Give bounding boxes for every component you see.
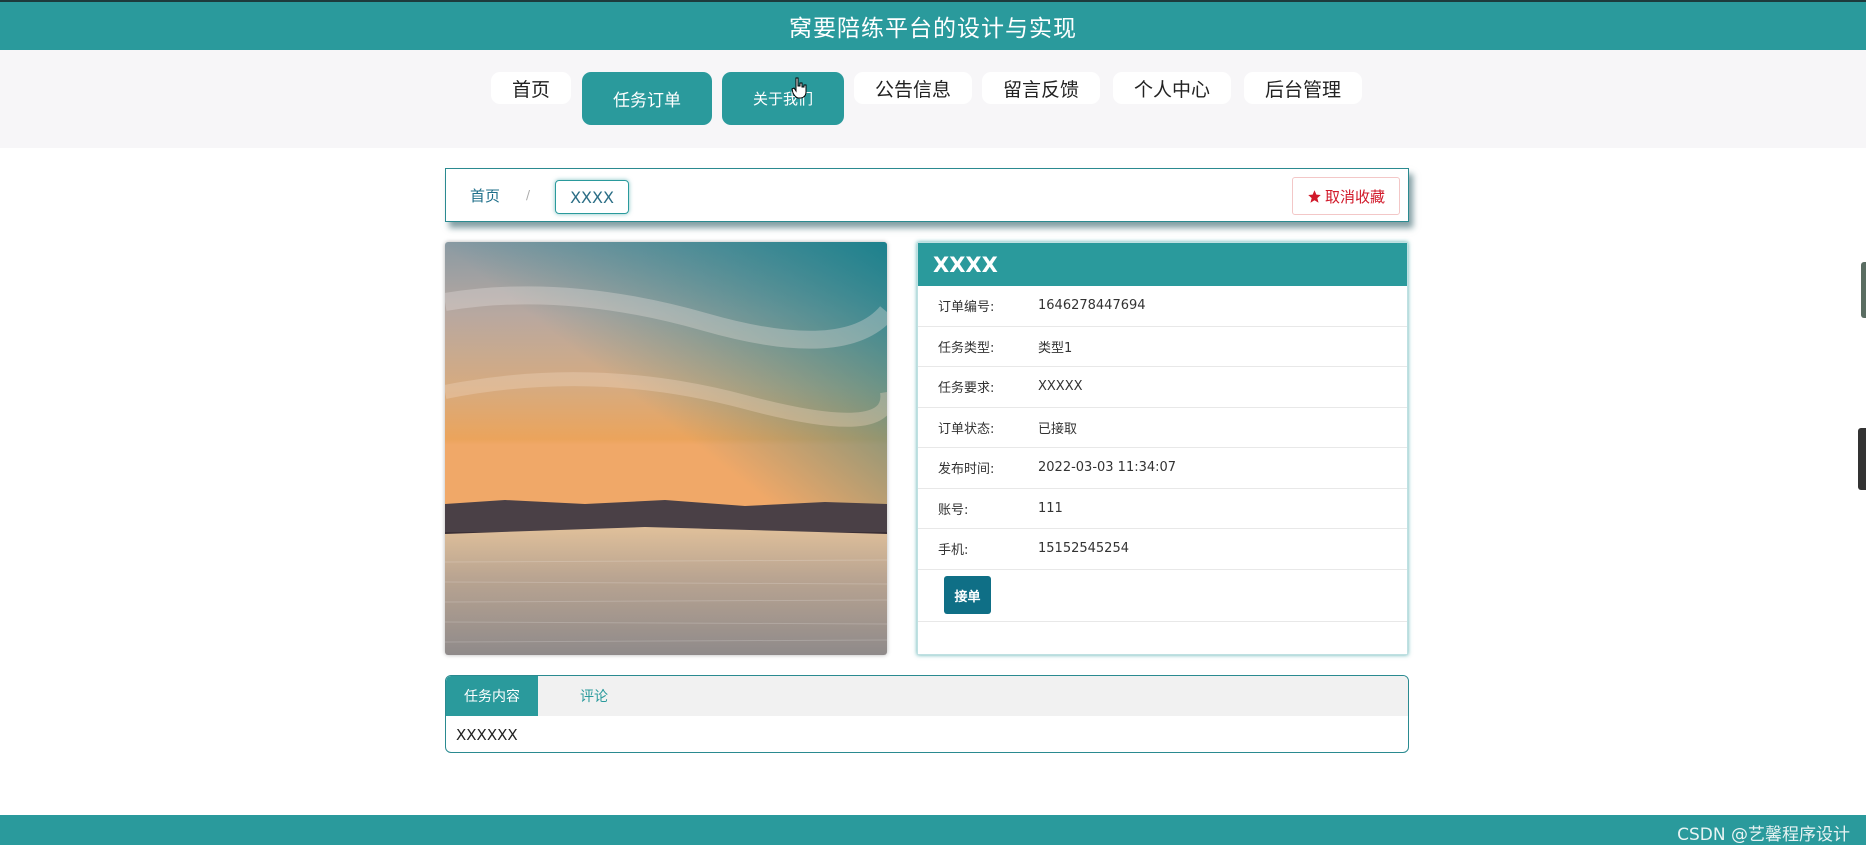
- accept-order-button[interactable]: 接单: [944, 576, 991, 614]
- task-type-value: 类型1: [1038, 340, 1073, 356]
- content-tabs: 任务内容 评论 XXXXXX: [445, 675, 1409, 753]
- detail-row: 任务要求: XXXXX: [918, 367, 1407, 408]
- breadcrumb: 首页 / XXXX 取消收藏: [445, 168, 1409, 222]
- breadcrumb-home[interactable]: 首页: [470, 185, 500, 206]
- tab-comments[interactable]: 评论: [548, 676, 640, 716]
- publish-time-value: 2022-03-03 11:34:07: [1038, 460, 1177, 476]
- order-id-label: 订单编号:: [938, 300, 995, 316]
- site-title: 窝要陪练平台的设计与实现: [789, 16, 1077, 42]
- detail-row: 发布时间: 2022-03-03 11:34:07: [918, 448, 1407, 489]
- tab-content: XXXXXX: [456, 726, 518, 744]
- task-requirement-label: 任务要求:: [938, 381, 995, 397]
- publish-time-label: 发布时间:: [938, 462, 995, 478]
- detail-row: 账号: 111: [918, 489, 1407, 529]
- phone-value: 15152545254: [1038, 541, 1129, 557]
- tab-task-content[interactable]: 任务内容: [446, 676, 538, 716]
- account-label: 账号:: [938, 502, 969, 518]
- side-handle[interactable]: [1858, 428, 1866, 490]
- nav-feedback[interactable]: 留言反馈: [982, 72, 1100, 104]
- nav-task-orders[interactable]: 任务订单: [582, 72, 712, 125]
- detail-row: 任务类型: 类型1: [918, 327, 1407, 367]
- task-type-label: 任务类型:: [938, 340, 995, 356]
- task-image: [445, 242, 887, 655]
- footer: CSDN @艺馨程序设计: [0, 815, 1866, 845]
- detail-row: 手机: 15152545254: [918, 529, 1407, 570]
- watermark: CSDN @艺馨程序设计: [1677, 825, 1850, 845]
- hand-cursor-icon: [791, 77, 807, 99]
- nav-about-us[interactable]: 关于我们: [722, 72, 844, 125]
- task-requirement-value: XXXXX: [1038, 379, 1083, 395]
- star-icon: [1308, 189, 1321, 203]
- breadcrumb-current[interactable]: XXXX: [555, 180, 629, 214]
- unfavorite-button[interactable]: 取消收藏: [1292, 177, 1400, 215]
- nav-admin[interactable]: 后台管理: [1244, 72, 1362, 104]
- order-detail-panel: XXXX 订单编号: 1646278447694 任务类型: 类型1 任务要求:…: [917, 242, 1408, 655]
- phone-label: 手机:: [938, 543, 969, 559]
- nav-user-center[interactable]: 个人中心: [1113, 72, 1231, 104]
- main-nav: 首页 任务订单 关于我们 公告信息 留言反馈 个人中心 后台管理: [0, 50, 1866, 148]
- tabs-bar: 任务内容 评论: [446, 676, 1408, 716]
- detail-row: 订单状态: 已接取: [918, 408, 1407, 448]
- nav-home[interactable]: 首页: [491, 72, 571, 104]
- breadcrumb-separator: /: [526, 188, 531, 202]
- order-id-value: 1646278447694: [1038, 298, 1146, 314]
- account-value: 111: [1038, 500, 1063, 516]
- action-row: 接单: [918, 570, 1407, 622]
- order-status-value: 已接取: [1038, 421, 1078, 437]
- detail-row: 订单编号: 1646278447694: [918, 286, 1407, 327]
- detail-title: XXXX: [918, 243, 1407, 286]
- unfavorite-label: 取消收藏: [1324, 187, 1385, 206]
- side-handle[interactable]: [1861, 262, 1866, 318]
- nav-announcements[interactable]: 公告信息: [854, 72, 972, 104]
- top-header: 窝要陪练平台的设计与实现: [0, 0, 1866, 50]
- order-status-label: 订单状态:: [938, 421, 995, 437]
